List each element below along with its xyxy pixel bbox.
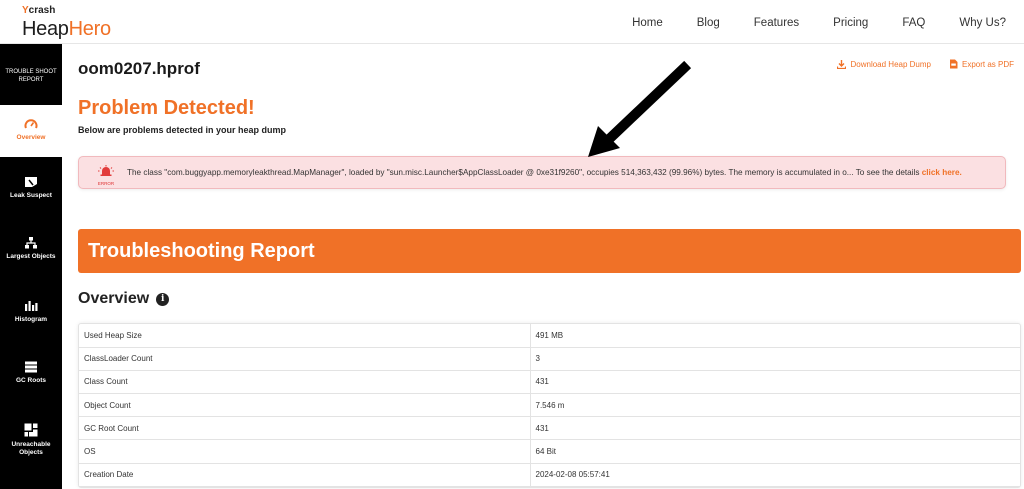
row-value: 431 [530,370,1020,395]
nav-faq[interactable]: FAQ [902,17,925,29]
logo-small-text: Ycrash [22,5,56,16]
hierarchy-icon [25,237,37,249]
problem-heading: Problem Detected! [78,97,255,119]
row-value: 3 [530,347,1020,371]
heaphero-logo[interactable]: Ycrash HeapHero [22,4,112,40]
grid-icon [24,423,38,437]
sidebar: TROUBLE SHOOT REPORT Overview Leak Suspe… [0,44,62,489]
sidebar-item-largest-objects[interactable]: Largest Objects [0,237,62,260]
main-nav: Home Blog Features Pricing FAQ Why Us? [598,17,1006,29]
gauge-icon [24,119,38,129]
sidebar-item-label: Overview [16,134,46,141]
sidebar-item-overview[interactable]: Overview [0,105,62,157]
nav-features[interactable]: Features [754,17,799,29]
nav-pricing[interactable]: Pricing [833,17,868,29]
overview-heading: Overview i [78,290,170,308]
row-value: 2024-02-08 05:57:41 [530,463,1020,487]
error-alert: ERROR The class "com.buggyapp.memoryleak… [78,156,1006,189]
row-key: Object Count [79,393,531,418]
table-row: Class Count 431 [79,370,1020,395]
error-badge: ERROR [95,163,117,186]
row-key: OS [79,439,531,464]
table-row: GC Root Count 431 [79,416,1020,441]
row-key: Creation Date [79,463,531,487]
sidebar-item-label: Unreachable Objects [11,441,51,456]
logo-main-text: HeapHero [22,18,111,40]
info-icon[interactable]: i [156,292,170,306]
sidebar-item-leak-suspect[interactable]: Leak Suspect [0,176,62,199]
nav-home[interactable]: Home [632,17,663,29]
row-key: Class Count [79,370,531,395]
page-title: oom0207.hprof [78,59,200,78]
sidebar-item-histogram[interactable]: Histogram [0,300,62,323]
table-row: OS 64 Bit [79,439,1020,464]
table-row: Creation Date 2024-02-08 05:57:41 [79,463,1020,487]
sidebar-item-label: Histogram [14,316,48,323]
row-key: Used Heap Size [79,324,531,348]
export-label: Export as PDF [961,59,1014,69]
error-message-text: The class "com.buggyapp.memoryleakthread… [127,168,922,177]
row-key: GC Root Count [79,416,531,441]
error-message: The class "com.buggyapp.memoryleakthread… [127,168,962,177]
report-actions: Download Heap Dump Export as PDF [819,59,1014,69]
row-value: 431 [530,416,1020,441]
row-value: 7.546 m [530,393,1020,418]
banner-title: Troubleshooting Report [88,240,315,262]
sidebar-item-gc-roots[interactable]: GC Roots [0,361,62,384]
error-label: ERROR [97,181,115,186]
main-content: oom0207.hprof Download Heap Dump Export … [62,44,1024,489]
leak-icon [25,177,37,187]
nav-why-us[interactable]: Why Us? [959,17,1006,29]
download-heap-dump-button[interactable]: Download Heap Dump [837,59,931,69]
sidebar-item-label: Largest Objects [6,253,56,260]
pdf-icon [949,59,958,69]
sidebar-header: TROUBLE SHOOT REPORT [5,69,57,83]
overview-title: Overview [78,290,150,307]
sidebar-item-label: Leak Suspect [10,192,52,199]
table-row: Object Count 7.546 m [79,393,1020,418]
row-key: ClassLoader Count [79,347,531,371]
error-details-link[interactable]: click here. [922,168,962,177]
download-label: Download Heap Dump [850,59,931,69]
sidebar-item-label: GC Roots [16,377,46,384]
overview-table: Used Heap Size 491 MB ClassLoader Count 3 … [78,323,1021,488]
table-row: Used Heap Size 491 MB [79,324,1020,348]
histogram-icon [25,301,38,311]
export-pdf-button[interactable]: Export as PDF [949,59,1014,69]
nav-blog[interactable]: Blog [697,17,720,29]
download-icon [837,59,847,69]
troubleshooting-report-banner: Troubleshooting Report [78,229,1021,273]
row-value: 491 MB [530,324,1020,348]
stack-icon [25,361,37,373]
siren-icon [98,165,114,176]
problem-subheading: Below are problems detected in your heap… [78,125,287,135]
table-row: ClassLoader Count 3 [79,347,1020,371]
top-navbar: Ycrash HeapHero Home Blog Features Prici… [0,0,1024,44]
sidebar-item-unreachable-objects[interactable]: Unreachable Objects [0,423,62,457]
row-value: 64 Bit [530,439,1020,464]
